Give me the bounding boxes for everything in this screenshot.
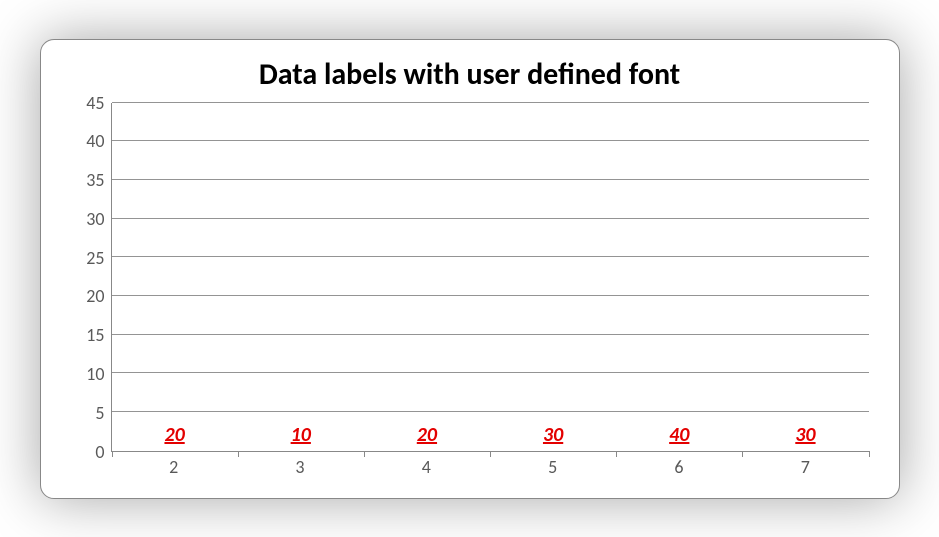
x-tick-label: 5: [489, 452, 615, 480]
x-tick-mark: [364, 451, 365, 457]
data-label: 30: [543, 423, 563, 447]
y-tick-label: 35: [86, 171, 104, 189]
x-tick-mark: [742, 451, 743, 457]
chart-title: Data labels with user defined font: [71, 56, 869, 93]
data-label: 10: [291, 423, 311, 447]
y-tick-label: 45: [86, 94, 104, 112]
grid-line: [112, 218, 869, 219]
y-tick-label: 25: [86, 249, 104, 267]
x-tick-label: 6: [616, 452, 742, 480]
plot-area: 20 10 20 30 40 30: [111, 103, 869, 452]
grid-line: [112, 140, 869, 141]
y-tick-label: 20: [86, 287, 104, 305]
grid-line: [112, 256, 869, 257]
grid-line: [112, 411, 869, 412]
x-tick-label: 3: [237, 452, 363, 480]
x-tick-mark: [869, 451, 870, 457]
x-tick-label: 2: [111, 452, 237, 480]
grid-line: [112, 295, 869, 296]
x-tick-mark: [112, 451, 113, 457]
data-label: 30: [795, 423, 815, 447]
y-axis: 051015202530354045: [71, 103, 111, 452]
y-tick-label: 10: [86, 365, 104, 383]
grid-line: [112, 102, 869, 103]
grid-line: [112, 372, 869, 373]
data-label: 40: [669, 423, 689, 447]
x-tick-label: 4: [363, 452, 489, 480]
grid-line: [112, 334, 869, 335]
y-tick-label: 0: [95, 443, 104, 461]
plot-row: 051015202530354045 201020304030: [71, 103, 869, 452]
bars-group: 20 10 20 30 40 30: [112, 103, 869, 451]
data-label: 20: [164, 423, 184, 447]
data-label: 20: [417, 423, 437, 447]
y-tick-label: 40: [86, 132, 104, 150]
x-tick-label: 7: [742, 452, 868, 480]
x-tick-mark: [238, 451, 239, 457]
x-tick-mark: [616, 451, 617, 457]
chart-container: Data labels with user defined font 0 5 10 1…: [40, 39, 900, 499]
y-tick-label: 30: [86, 210, 104, 228]
x-tick-mark: [490, 451, 491, 457]
chart-frame: Data labels with user defined font 0 5 10 1…: [40, 39, 900, 499]
y-tick-label: 5: [95, 404, 104, 422]
grid-line: [112, 179, 869, 180]
y-tick-label: 15: [86, 326, 104, 344]
